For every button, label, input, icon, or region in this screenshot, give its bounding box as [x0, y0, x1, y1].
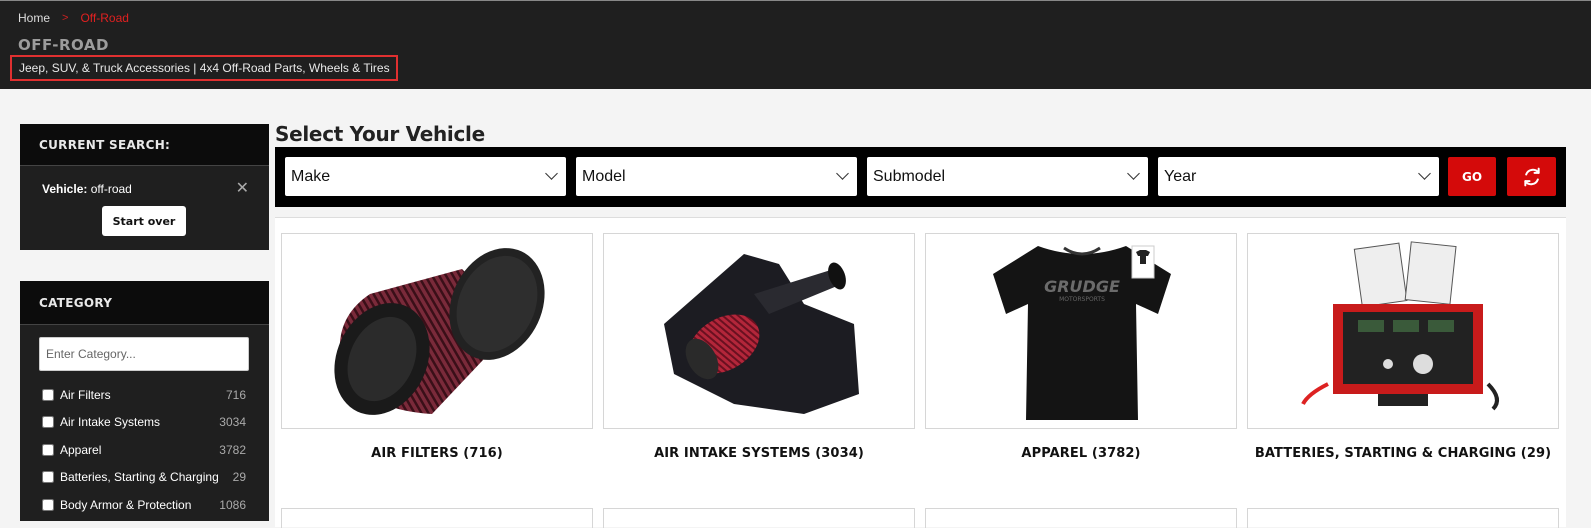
- product-title[interactable]: APPAREL (3782): [925, 446, 1237, 461]
- battery-tester-image[interactable]: [1247, 233, 1559, 429]
- product-card-partial[interactable]: [603, 508, 915, 528]
- category-checkbox[interactable]: [42, 443, 54, 456]
- category-count: 3782: [219, 442, 246, 457]
- tshirt-image[interactable]: GRUDGE MOTORSPORTS: [925, 233, 1237, 429]
- current-search-panel: CURRENT SEARCH: Vehicle: off-road ✕ Star…: [20, 124, 269, 250]
- category-grid: AIR FILTERS (716) AIR INTAKE SYSTEMS (30…: [275, 217, 1566, 528]
- chevron-down-icon: [1127, 167, 1140, 180]
- air-filter-image[interactable]: [281, 233, 593, 429]
- category-count: 29: [232, 470, 246, 485]
- list-item[interactable]: Air Filters 716: [20, 381, 269, 409]
- close-icon[interactable]: ✕: [236, 178, 249, 198]
- product-title[interactable]: BATTERIES, STARTING & CHARGING (29): [1247, 446, 1559, 461]
- list-item[interactable]: Batteries, Starting & Charging 29: [20, 464, 269, 492]
- make-dropdown-label: Make: [291, 167, 331, 185]
- list-item[interactable]: Air Intake Systems 3034: [20, 409, 269, 437]
- category-count: 716: [225, 387, 246, 402]
- product-card[interactable]: AIR FILTERS (716): [281, 233, 593, 461]
- list-item[interactable]: Body Armor & Protection 1086: [20, 491, 269, 519]
- breadcrumb: Home > Off-Road: [18, 11, 129, 25]
- vehicle-selector-bar: Make Model Submodel Year GO: [275, 147, 1566, 207]
- product-card-partial[interactable]: [281, 508, 593, 528]
- category-search-input[interactable]: [39, 337, 249, 371]
- vehicle-value: off-road: [90, 182, 132, 196]
- vehicle-label: Vehicle:: [42, 182, 88, 196]
- product-card-partial[interactable]: [1247, 508, 1559, 528]
- list-item[interactable]: Apparel 3782: [20, 436, 269, 464]
- category-count: 3034: [219, 415, 246, 430]
- category-panel: CATEGORY Air Filters 716 Air Intake Syst…: [20, 281, 269, 521]
- svg-text:MOTORSPORTS: MOTORSPORTS: [1059, 296, 1105, 303]
- submodel-dropdown[interactable]: Submodel: [867, 157, 1148, 196]
- product-card[interactable]: AIR INTAKE SYSTEMS (3034): [603, 233, 915, 461]
- svg-text:GRUDGE: GRUDGE: [1044, 277, 1120, 296]
- vehicle-filter: Vehicle: off-road: [42, 182, 132, 196]
- submodel-dropdown-label: Submodel: [873, 167, 946, 185]
- category-heading: CATEGORY: [20, 281, 269, 325]
- product-title[interactable]: AIR INTAKE SYSTEMS (3034): [603, 446, 915, 461]
- page-subtitle: Jeep, SUV, & Truck Accessories | 4x4 Off…: [10, 55, 398, 81]
- make-dropdown[interactable]: Make: [285, 157, 566, 196]
- go-button[interactable]: GO: [1448, 157, 1496, 196]
- product-title[interactable]: AIR FILTERS (716): [281, 446, 593, 461]
- start-over-button[interactable]: Start over: [102, 206, 186, 236]
- category-list: Air Filters 716 Air Intake Systems 3034 …: [20, 381, 269, 519]
- category-checkbox[interactable]: [42, 498, 54, 511]
- chevron-down-icon: [836, 167, 849, 180]
- category-label: Air Intake Systems: [60, 415, 161, 430]
- product-card-partial[interactable]: [925, 508, 1237, 528]
- chevron-down-icon: [1418, 167, 1431, 180]
- select-vehicle-title: Select Your Vehicle: [275, 122, 485, 146]
- category-checkbox[interactable]: [42, 416, 54, 429]
- category-checkbox[interactable]: [42, 388, 54, 401]
- reset-button[interactable]: [1507, 157, 1556, 196]
- year-dropdown[interactable]: Year: [1158, 157, 1439, 196]
- category-count: 1086: [219, 497, 246, 512]
- category-checkbox[interactable]: [42, 471, 54, 484]
- category-label: Air Filters: [60, 387, 111, 402]
- page-title: OFF-ROAD: [18, 36, 109, 54]
- year-dropdown-label: Year: [1164, 167, 1197, 185]
- breadcrumb-home-link[interactable]: Home: [18, 11, 50, 25]
- current-search-heading: CURRENT SEARCH:: [20, 124, 269, 166]
- air-intake-image[interactable]: [603, 233, 915, 429]
- page-header: Home > Off-Road OFF-ROAD Jeep, SUV, & Tr…: [0, 0, 1591, 89]
- refresh-icon: [1523, 167, 1540, 186]
- breadcrumb-current: Off-Road: [80, 11, 129, 25]
- model-dropdown[interactable]: Model: [576, 157, 857, 196]
- chevron-down-icon: [545, 167, 558, 180]
- category-label: Batteries, Starting & Charging: [60, 470, 219, 485]
- model-dropdown-label: Model: [582, 167, 626, 185]
- product-card[interactable]: GRUDGE MOTORSPORTS APPAREL (3782): [925, 233, 1237, 461]
- product-card[interactable]: BATTERIES, STARTING & CHARGING (29): [1247, 233, 1559, 461]
- category-label: Body Armor & Protection: [60, 497, 192, 512]
- category-label: Apparel: [60, 442, 102, 457]
- chevron-right-icon: >: [62, 12, 69, 24]
